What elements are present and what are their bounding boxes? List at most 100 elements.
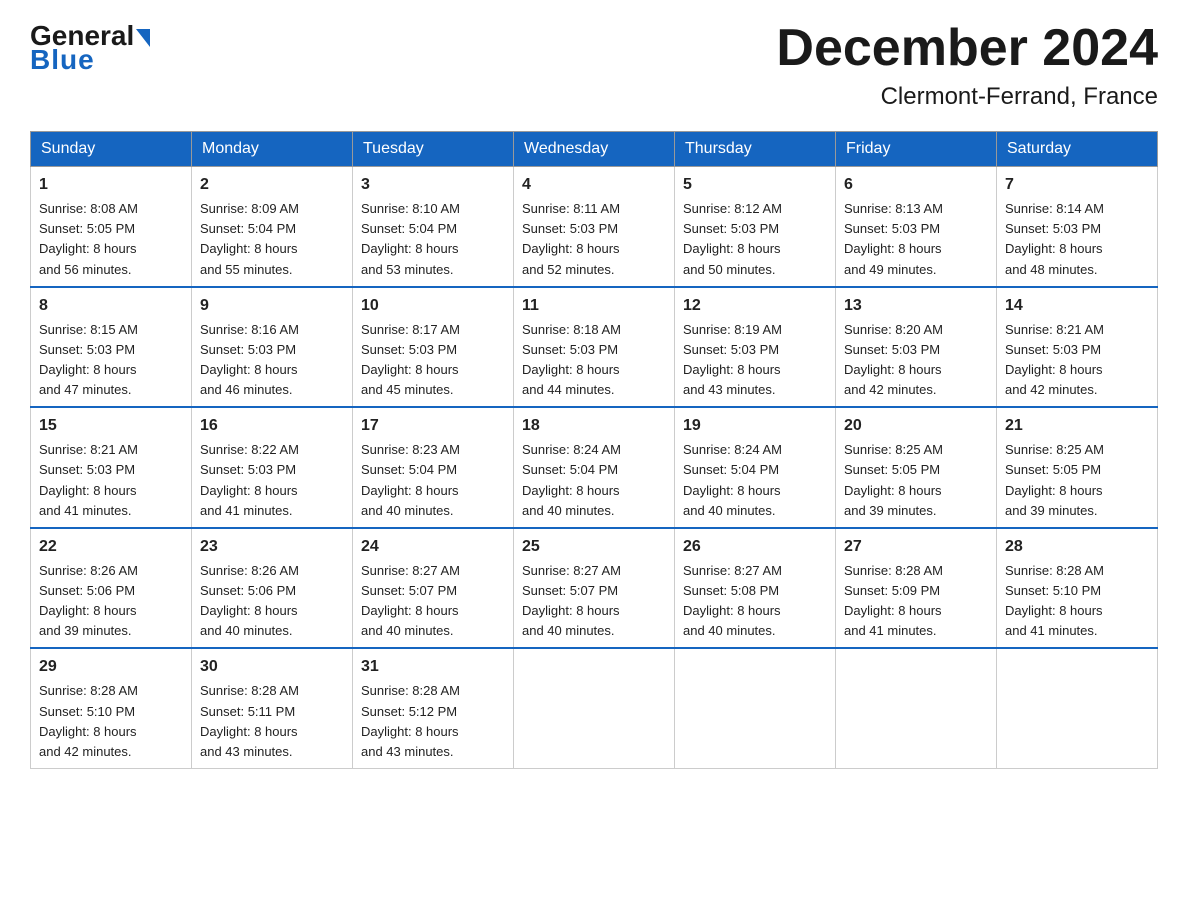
day-number: 5 bbox=[683, 173, 827, 197]
calendar-cell: 11Sunrise: 8:18 AMSunset: 5:03 PMDayligh… bbox=[514, 287, 675, 408]
day-info: Sunrise: 8:28 AMSunset: 5:11 PMDaylight:… bbox=[200, 681, 344, 762]
calendar-cell: 13Sunrise: 8:20 AMSunset: 5:03 PMDayligh… bbox=[836, 287, 997, 408]
header: General Blue December 2024 Clermont-Ferr… bbox=[30, 20, 1158, 111]
day-number: 25 bbox=[522, 535, 666, 559]
day-info: Sunrise: 8:28 AMSunset: 5:09 PMDaylight:… bbox=[844, 561, 988, 642]
calendar-cell: 20Sunrise: 8:25 AMSunset: 5:05 PMDayligh… bbox=[836, 407, 997, 528]
day-number: 23 bbox=[200, 535, 344, 559]
calendar-cell: 24Sunrise: 8:27 AMSunset: 5:07 PMDayligh… bbox=[353, 528, 514, 649]
day-info: Sunrise: 8:27 AMSunset: 5:08 PMDaylight:… bbox=[683, 561, 827, 642]
calendar-week-row: 15Sunrise: 8:21 AMSunset: 5:03 PMDayligh… bbox=[31, 407, 1158, 528]
calendar-cell: 2Sunrise: 8:09 AMSunset: 5:04 PMDaylight… bbox=[192, 167, 353, 287]
day-number: 27 bbox=[844, 535, 988, 559]
day-number: 12 bbox=[683, 294, 827, 318]
calendar-cell bbox=[997, 648, 1158, 768]
calendar-cell: 9Sunrise: 8:16 AMSunset: 5:03 PMDaylight… bbox=[192, 287, 353, 408]
calendar-week-row: 29Sunrise: 8:28 AMSunset: 5:10 PMDayligh… bbox=[31, 648, 1158, 768]
calendar-cell: 16Sunrise: 8:22 AMSunset: 5:03 PMDayligh… bbox=[192, 407, 353, 528]
calendar-cell: 27Sunrise: 8:28 AMSunset: 5:09 PMDayligh… bbox=[836, 528, 997, 649]
day-number: 6 bbox=[844, 173, 988, 197]
day-info: Sunrise: 8:12 AMSunset: 5:03 PMDaylight:… bbox=[683, 199, 827, 280]
day-number: 4 bbox=[522, 173, 666, 197]
day-info: Sunrise: 8:11 AMSunset: 5:03 PMDaylight:… bbox=[522, 199, 666, 280]
day-info: Sunrise: 8:26 AMSunset: 5:06 PMDaylight:… bbox=[39, 561, 183, 642]
day-number: 8 bbox=[39, 294, 183, 318]
calendar-cell: 21Sunrise: 8:25 AMSunset: 5:05 PMDayligh… bbox=[997, 407, 1158, 528]
calendar-cell: 3Sunrise: 8:10 AMSunset: 5:04 PMDaylight… bbox=[353, 167, 514, 287]
day-number: 20 bbox=[844, 414, 988, 438]
calendar-cell bbox=[514, 648, 675, 768]
day-number: 10 bbox=[361, 294, 505, 318]
day-number: 3 bbox=[361, 173, 505, 197]
day-number: 22 bbox=[39, 535, 183, 559]
calendar-cell: 12Sunrise: 8:19 AMSunset: 5:03 PMDayligh… bbox=[675, 287, 836, 408]
day-number: 16 bbox=[200, 414, 344, 438]
day-number: 11 bbox=[522, 294, 666, 318]
day-number: 1 bbox=[39, 173, 183, 197]
day-info: Sunrise: 8:27 AMSunset: 5:07 PMDaylight:… bbox=[522, 561, 666, 642]
calendar-cell: 5Sunrise: 8:12 AMSunset: 5:03 PMDaylight… bbox=[675, 167, 836, 287]
calendar-cell: 1Sunrise: 8:08 AMSunset: 5:05 PMDaylight… bbox=[31, 167, 192, 287]
day-info: Sunrise: 8:08 AMSunset: 5:05 PMDaylight:… bbox=[39, 199, 183, 280]
calendar-cell: 6Sunrise: 8:13 AMSunset: 5:03 PMDaylight… bbox=[836, 167, 997, 287]
day-info: Sunrise: 8:24 AMSunset: 5:04 PMDaylight:… bbox=[683, 440, 827, 521]
day-number: 18 bbox=[522, 414, 666, 438]
logo: General Blue bbox=[30, 20, 150, 76]
day-info: Sunrise: 8:09 AMSunset: 5:04 PMDaylight:… bbox=[200, 199, 344, 280]
day-info: Sunrise: 8:14 AMSunset: 5:03 PMDaylight:… bbox=[1005, 199, 1149, 280]
day-info: Sunrise: 8:27 AMSunset: 5:07 PMDaylight:… bbox=[361, 561, 505, 642]
day-info: Sunrise: 8:24 AMSunset: 5:04 PMDaylight:… bbox=[522, 440, 666, 521]
title-area: December 2024 Clermont-Ferrand, France bbox=[776, 20, 1158, 111]
calendar-cell: 26Sunrise: 8:27 AMSunset: 5:08 PMDayligh… bbox=[675, 528, 836, 649]
day-info: Sunrise: 8:28 AMSunset: 5:10 PMDaylight:… bbox=[1005, 561, 1149, 642]
day-info: Sunrise: 8:23 AMSunset: 5:04 PMDaylight:… bbox=[361, 440, 505, 521]
page-subtitle: Clermont-Ferrand, France bbox=[776, 83, 1158, 111]
day-number: 15 bbox=[39, 414, 183, 438]
day-number: 19 bbox=[683, 414, 827, 438]
day-number: 21 bbox=[1005, 414, 1149, 438]
calendar-table: SundayMondayTuesdayWednesdayThursdayFrid… bbox=[30, 131, 1158, 769]
day-info: Sunrise: 8:21 AMSunset: 5:03 PMDaylight:… bbox=[39, 440, 183, 521]
calendar-cell: 14Sunrise: 8:21 AMSunset: 5:03 PMDayligh… bbox=[997, 287, 1158, 408]
logo-blue-text: Blue bbox=[30, 44, 95, 76]
day-info: Sunrise: 8:20 AMSunset: 5:03 PMDaylight:… bbox=[844, 320, 988, 401]
day-number: 9 bbox=[200, 294, 344, 318]
calendar-header-sunday: Sunday bbox=[31, 132, 192, 167]
day-info: Sunrise: 8:18 AMSunset: 5:03 PMDaylight:… bbox=[522, 320, 666, 401]
day-number: 29 bbox=[39, 655, 183, 679]
calendar-cell bbox=[836, 648, 997, 768]
day-number: 28 bbox=[1005, 535, 1149, 559]
day-number: 24 bbox=[361, 535, 505, 559]
day-info: Sunrise: 8:26 AMSunset: 5:06 PMDaylight:… bbox=[200, 561, 344, 642]
page-title: December 2024 bbox=[776, 20, 1158, 77]
calendar-cell: 15Sunrise: 8:21 AMSunset: 5:03 PMDayligh… bbox=[31, 407, 192, 528]
day-info: Sunrise: 8:25 AMSunset: 5:05 PMDaylight:… bbox=[1005, 440, 1149, 521]
calendar-cell: 10Sunrise: 8:17 AMSunset: 5:03 PMDayligh… bbox=[353, 287, 514, 408]
day-number: 7 bbox=[1005, 173, 1149, 197]
day-info: Sunrise: 8:25 AMSunset: 5:05 PMDaylight:… bbox=[844, 440, 988, 521]
calendar-cell: 31Sunrise: 8:28 AMSunset: 5:12 PMDayligh… bbox=[353, 648, 514, 768]
calendar-cell: 30Sunrise: 8:28 AMSunset: 5:11 PMDayligh… bbox=[192, 648, 353, 768]
day-number: 13 bbox=[844, 294, 988, 318]
calendar-cell bbox=[675, 648, 836, 768]
calendar-header-row: SundayMondayTuesdayWednesdayThursdayFrid… bbox=[31, 132, 1158, 167]
calendar-cell: 23Sunrise: 8:26 AMSunset: 5:06 PMDayligh… bbox=[192, 528, 353, 649]
day-info: Sunrise: 8:28 AMSunset: 5:10 PMDaylight:… bbox=[39, 681, 183, 762]
calendar-cell: 7Sunrise: 8:14 AMSunset: 5:03 PMDaylight… bbox=[997, 167, 1158, 287]
calendar-header-thursday: Thursday bbox=[675, 132, 836, 167]
calendar-header-saturday: Saturday bbox=[997, 132, 1158, 167]
day-number: 31 bbox=[361, 655, 505, 679]
calendar-header-friday: Friday bbox=[836, 132, 997, 167]
calendar-cell: 22Sunrise: 8:26 AMSunset: 5:06 PMDayligh… bbox=[31, 528, 192, 649]
day-number: 2 bbox=[200, 173, 344, 197]
day-info: Sunrise: 8:22 AMSunset: 5:03 PMDaylight:… bbox=[200, 440, 344, 521]
day-info: Sunrise: 8:28 AMSunset: 5:12 PMDaylight:… bbox=[361, 681, 505, 762]
day-info: Sunrise: 8:21 AMSunset: 5:03 PMDaylight:… bbox=[1005, 320, 1149, 401]
calendar-week-row: 22Sunrise: 8:26 AMSunset: 5:06 PMDayligh… bbox=[31, 528, 1158, 649]
calendar-cell: 25Sunrise: 8:27 AMSunset: 5:07 PMDayligh… bbox=[514, 528, 675, 649]
calendar-header-monday: Monday bbox=[192, 132, 353, 167]
day-info: Sunrise: 8:19 AMSunset: 5:03 PMDaylight:… bbox=[683, 320, 827, 401]
day-number: 30 bbox=[200, 655, 344, 679]
calendar-cell: 28Sunrise: 8:28 AMSunset: 5:10 PMDayligh… bbox=[997, 528, 1158, 649]
calendar-cell: 4Sunrise: 8:11 AMSunset: 5:03 PMDaylight… bbox=[514, 167, 675, 287]
